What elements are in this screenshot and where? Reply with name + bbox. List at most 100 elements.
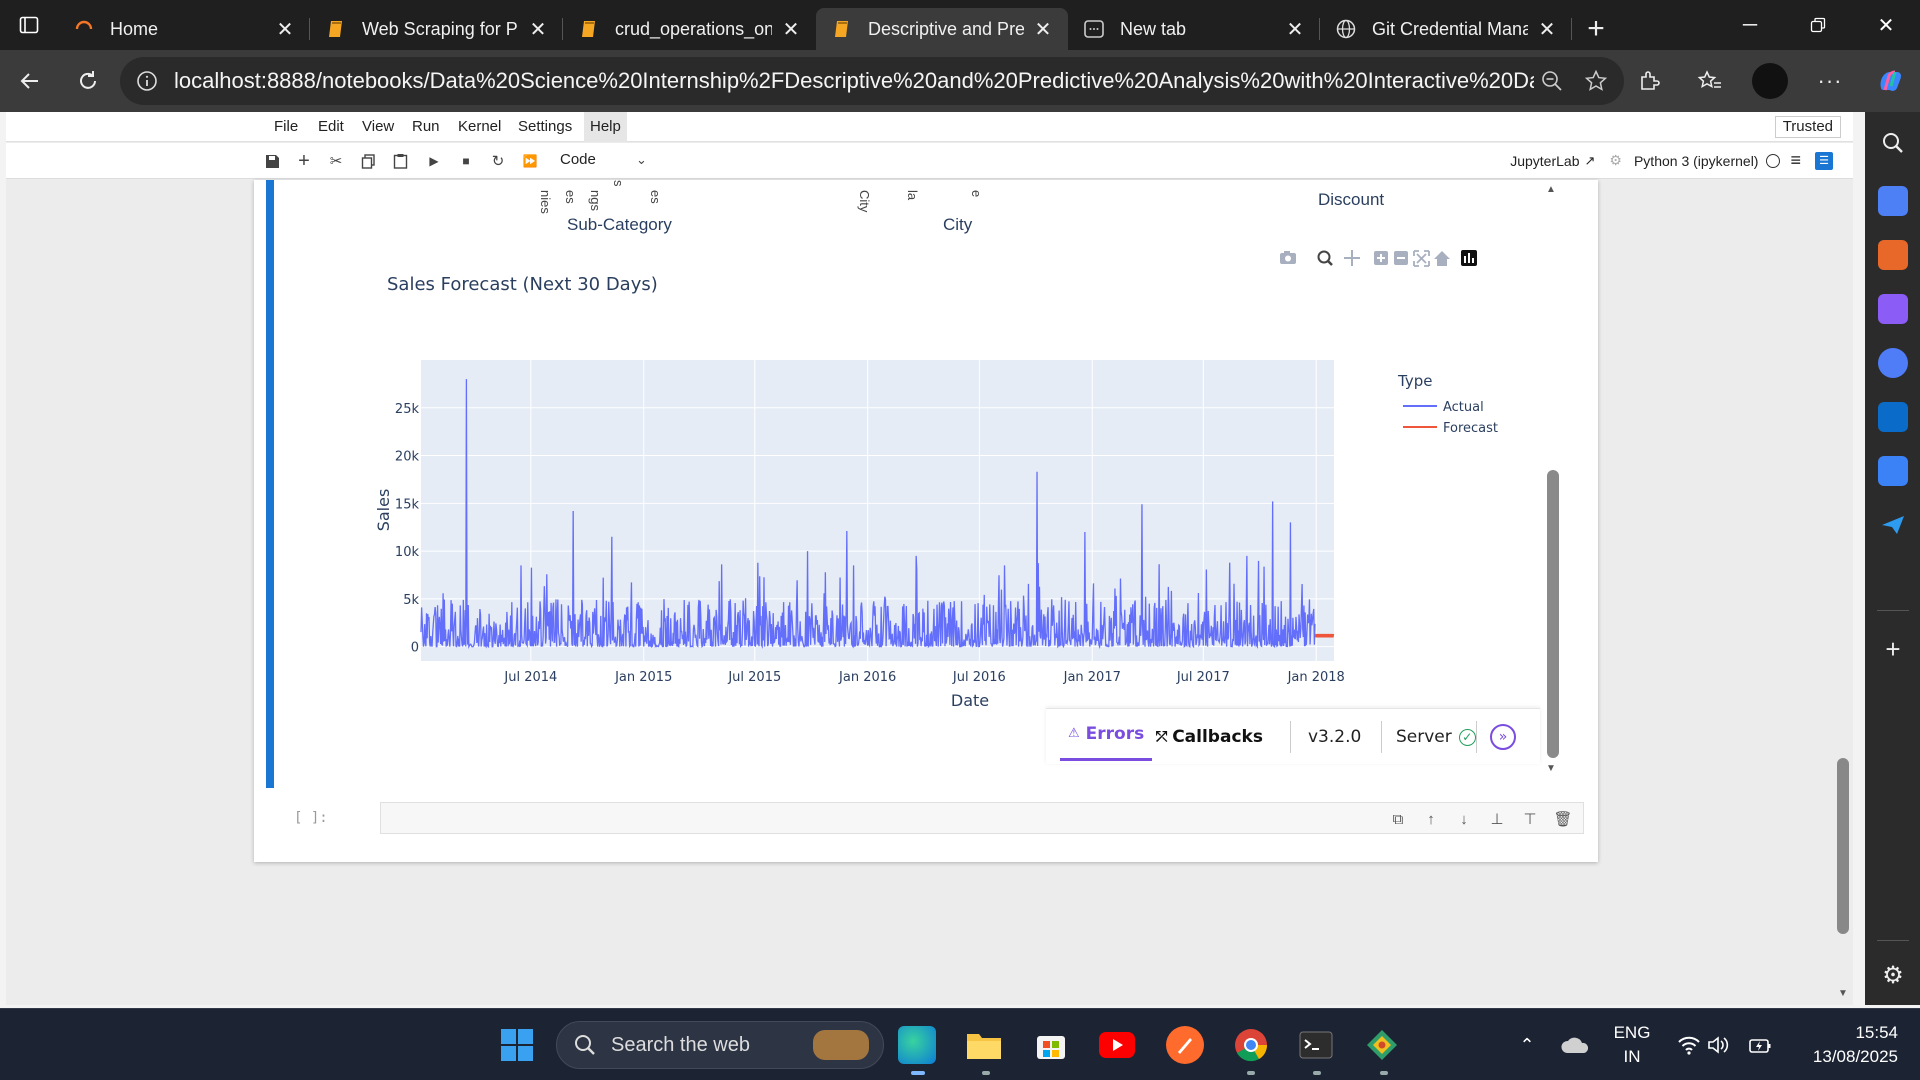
collapse-debug-button[interactable]: » [1490,709,1516,765]
notebook-panel-icon[interactable]: ☰ [1815,151,1833,170]
taskbar-search[interactable]: Search the web [556,1021,884,1069]
tab-git-credential[interactable]: Git Credential Mana ✕ [1320,8,1572,50]
run-icon[interactable]: ▶ [424,151,444,171]
copilot-sidebar-icon[interactable] [1878,348,1908,378]
tab-home[interactable]: Home ✕ [58,8,310,50]
insert-below-icon[interactable]: ⊤ [1520,809,1540,829]
delete-cell-icon[interactable]: 🗑 [1553,809,1573,829]
copilot-icon[interactable] [1860,50,1920,112]
legend-item-forecast[interactable]: Forecast [1403,421,1498,436]
address-bar[interactable]: localhost:8888/notebooks/Data%20Science%… [120,57,1624,105]
trusted-badge[interactable]: Trusted [1774,116,1841,138]
chevron-down-icon[interactable]: ⌄ [636,152,647,168]
more-options-icon[interactable]: ··· [1800,50,1860,112]
pen-app-icon[interactable] [1166,1026,1204,1064]
scroll-down-arrow-icon[interactable]: ▼ [1838,988,1848,999]
volume-icon[interactable] [1700,1026,1738,1064]
close-tab-icon[interactable]: ✕ [780,18,802,41]
copy-icon[interactable] [358,151,378,171]
git-app-icon[interactable] [1363,1026,1401,1064]
refresh-icon[interactable] [64,57,112,105]
send-icon[interactable] [1878,510,1908,540]
tab-new-tab[interactable]: New tab ✕ [1068,8,1320,50]
minimize-icon[interactable]: ─ [1716,0,1784,50]
cut-icon[interactable]: ✂ [326,151,346,171]
move-up-icon[interactable]: ↑ [1421,809,1441,829]
menu-lines-icon[interactable]: ≡ [1790,150,1801,171]
extensions-icon[interactable] [1620,50,1680,112]
errors-tab[interactable]: ⚠ Errors [1060,709,1153,761]
terminal-icon[interactable] [1297,1026,1335,1064]
menu-settings[interactable]: Settings [512,112,578,142]
favorite-star-icon[interactable] [1582,67,1610,95]
chrome-icon[interactable] [1232,1026,1270,1064]
file-explorer-icon[interactable] [965,1026,1003,1064]
zoom-in-icon[interactable] [1374,251,1388,265]
site-info-icon[interactable] [134,68,160,94]
games-icon[interactable] [1878,294,1908,324]
youtube-icon[interactable] [1098,1026,1136,1064]
scroll-up-arrow-icon[interactable]: ▲ [1546,184,1556,195]
jupyterlab-link[interactable]: JupyterLab [1510,153,1579,169]
camera-icon[interactable] [1280,251,1296,264]
page-scroll-thumb[interactable] [1837,758,1849,934]
url-text[interactable]: localhost:8888/notebooks/Data%20Science%… [174,68,1534,94]
kernel-name[interactable]: Python 3 (ipykernel) [1634,153,1759,169]
menu-run[interactable]: Run [406,112,446,142]
settings-gear-icon[interactable]: ⚙ [1878,960,1908,990]
tab-crud-operations[interactable]: crud_operations_on ✕ [563,8,816,50]
restart-run-all-icon[interactable]: ⏩ [520,151,540,171]
save-icon[interactable] [262,151,282,171]
scroll-down-arrow-icon[interactable]: ▼ [1546,763,1556,774]
shopping-tag-icon[interactable] [1878,186,1908,216]
duplicate-cell-icon[interactable]: ⧉ [1388,809,1408,829]
new-tab-button[interactable]: + [1572,8,1620,50]
outlook-icon[interactable] [1878,402,1908,432]
output-scrollbar[interactable]: ▲ ▼ [1542,180,1564,780]
tab-descriptive-predictive[interactable]: Descriptive and Pred ✕ [816,8,1068,50]
close-window-icon[interactable]: ✕ [1852,0,1920,50]
insert-cell-icon[interactable]: + [294,150,314,172]
windows-start-icon[interactable] [498,1026,536,1064]
close-tab-icon[interactable]: ✕ [527,18,549,41]
code-input[interactable]: ⧉ ↑ ↓ ⊥ ⊤ 🗑 [380,802,1584,834]
pan-icon[interactable] [1344,250,1360,266]
close-tab-icon[interactable]: ✕ [1536,18,1558,41]
menu-help[interactable]: Help [584,112,627,142]
profile-avatar[interactable] [1752,63,1788,99]
microsoft-store-icon[interactable] [1032,1026,1070,1064]
move-down-icon[interactable]: ↓ [1454,809,1474,829]
restore-icon[interactable] [1784,0,1852,50]
zoom-out-icon[interactable] [1538,67,1566,95]
favorites-icon[interactable] [1680,50,1740,112]
edge-icon[interactable] [898,1026,936,1064]
zoom-out-icon[interactable] [1394,251,1408,265]
plotly-logo-icon[interactable] [1461,250,1477,266]
search-icon[interactable] [1878,128,1908,158]
reset-axes-icon[interactable] [1434,251,1450,266]
zoom-icon[interactable] [1317,250,1333,266]
close-tab-icon[interactable]: ✕ [274,18,296,41]
autoscale-icon[interactable] [1413,250,1430,267]
menu-view[interactable]: View [356,112,400,142]
menu-edit[interactable]: Edit [312,112,350,142]
cell-type-select[interactable]: Code [560,151,596,168]
language-indicator[interactable]: ENG IN [1612,1023,1652,1067]
back-arrow-icon[interactable] [6,57,54,105]
chevron-up-icon[interactable]: ⌃ [1508,1026,1546,1064]
stop-icon[interactable]: ■ [456,151,476,171]
clock[interactable]: 15:54 13/08/2025 [1788,1023,1898,1067]
page-scrollbar[interactable]: ▼ [1833,142,1853,1005]
tab-web-scraping[interactable]: Web Scraping for Pr ✕ [310,8,563,50]
designer-icon[interactable] [1878,456,1908,486]
battery-charging-icon[interactable] [1742,1026,1780,1064]
close-tab-icon[interactable]: ✕ [1032,18,1054,41]
tools-icon[interactable] [1878,240,1908,270]
menu-kernel[interactable]: Kernel [452,112,507,142]
paste-icon[interactable] [390,151,410,171]
tab-actions-icon[interactable] [0,0,58,50]
insert-above-icon[interactable]: ⊥ [1487,809,1507,829]
output-scroll-thumb[interactable] [1547,470,1559,758]
restart-icon[interactable]: ↻ [488,151,508,171]
onedrive-icon[interactable] [1556,1026,1594,1064]
